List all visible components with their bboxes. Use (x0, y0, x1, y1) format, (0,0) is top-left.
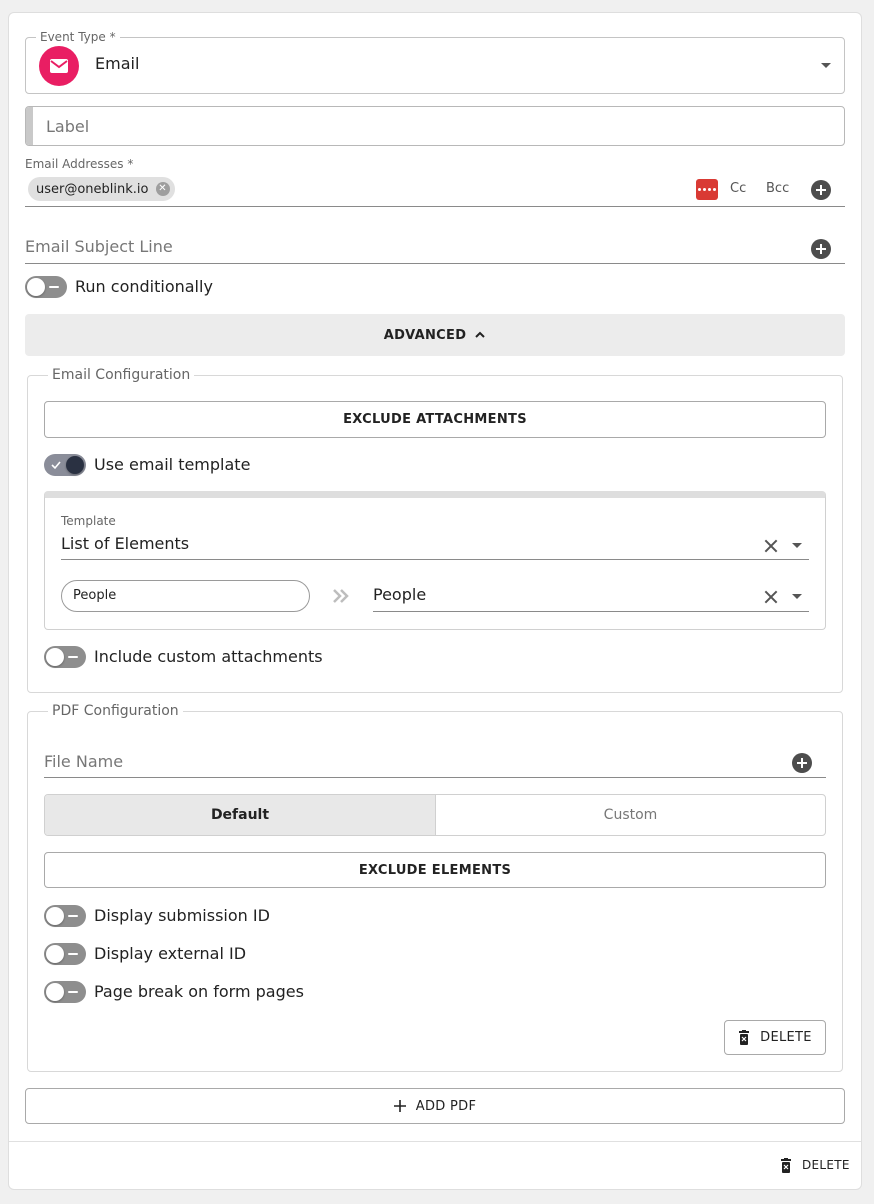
tab-custom-label: Custom (603, 807, 658, 823)
run-conditionally-toggle[interactable] (25, 276, 67, 298)
event-type-value: Email (95, 54, 140, 73)
tab-custom[interactable]: Custom (436, 795, 825, 835)
exclude-attachments-label: EXCLUDE ATTACHMENTS (343, 412, 527, 427)
template-panel: Template List of Elements People People (44, 491, 826, 630)
label-input-marker (26, 107, 33, 145)
cc-button[interactable]: Cc (730, 181, 746, 196)
template-value: List of Elements (61, 534, 190, 553)
chip-remove-icon[interactable]: ✕ (155, 182, 170, 196)
display-external-id-toggle[interactable] (44, 943, 86, 965)
delete-pdf-button[interactable]: DELETE (724, 1020, 826, 1055)
add-file-name-variable-icon[interactable] (792, 753, 812, 773)
email-addresses-field[interactable]: user@oneblink.io ✕ Cc Bcc (25, 174, 845, 207)
email-chip-label: user@oneblink.io (36, 181, 149, 197)
tab-default-label: Default (210, 807, 270, 823)
label-input[interactable]: Label (25, 106, 845, 146)
plus-icon (393, 1100, 406, 1112)
add-pdf-button[interactable]: ADD PDF (25, 1088, 845, 1124)
include-custom-attachments-label: Include custom attachments (94, 647, 323, 666)
display-external-id-label: Display external ID (94, 944, 247, 963)
add-pdf-label: ADD PDF (415, 1098, 477, 1114)
email-addresses-legend: Email Addresses * (25, 157, 134, 171)
trash-icon (739, 1030, 750, 1045)
mapping-source-value: People (73, 588, 117, 603)
mapping-target-value: People (373, 585, 427, 604)
chevron-down-icon[interactable] (792, 543, 802, 548)
event-type-legend: Event Type * (36, 29, 120, 45)
label-placeholder: Label (46, 117, 90, 136)
password-dots-icon[interactable] (696, 179, 718, 200)
advanced-toggle-button[interactable]: ADVANCED (25, 314, 845, 356)
use-email-template-toggle[interactable] (44, 454, 86, 476)
file-name-placeholder: File Name (44, 752, 124, 771)
page-break-toggle[interactable] (44, 981, 86, 1003)
clear-icon[interactable] (764, 590, 778, 604)
check-icon (51, 461, 61, 470)
template-select[interactable]: List of Elements (61, 532, 809, 560)
double-chevron-right-icon (333, 589, 349, 603)
advanced-label: ADVANCED (383, 327, 467, 343)
page-break-label: Page break on form pages (94, 982, 304, 1001)
display-submission-id-label: Display submission ID (94, 906, 270, 925)
mapping-target-select[interactable]: People (373, 582, 809, 612)
email-subject-placeholder: Email Subject Line (25, 237, 173, 256)
exclude-elements-button[interactable]: EXCLUDE ELEMENTS (44, 852, 826, 888)
exclude-attachments-button[interactable]: EXCLUDE ATTACHMENTS (44, 401, 826, 438)
delete-pdf-label: DELETE (760, 1030, 812, 1045)
file-name-field[interactable]: File Name (44, 745, 826, 778)
add-subject-variable-icon[interactable] (811, 239, 831, 259)
tab-default[interactable]: Default (45, 795, 436, 835)
use-email-template-label: Use email template (94, 455, 251, 474)
card-footer-divider (9, 1141, 861, 1142)
mapping-source-input[interactable]: People (61, 580, 310, 612)
email-icon (39, 46, 79, 86)
email-chip[interactable]: user@oneblink.io ✕ (28, 177, 175, 201)
include-custom-attachments-toggle[interactable] (44, 646, 86, 668)
chevron-up-icon (475, 331, 486, 338)
delete-event-label: DELETE (802, 1158, 850, 1172)
trash-icon (781, 1157, 791, 1173)
delete-event-button[interactable]: DELETE (780, 1155, 850, 1175)
add-address-icon[interactable] (811, 180, 831, 200)
email-configuration-legend: Email Configuration (48, 367, 195, 383)
run-conditionally-label: Run conditionally (75, 277, 213, 296)
bcc-button[interactable]: Bcc (766, 181, 789, 196)
exclude-elements-label: EXCLUDE ELEMENTS (358, 862, 512, 878)
clear-icon[interactable] (764, 539, 778, 553)
event-type-select[interactable]: Event Type * Email (25, 29, 845, 94)
email-subject-field[interactable]: Email Subject Line (25, 230, 845, 264)
display-submission-id-toggle[interactable] (44, 905, 86, 927)
chevron-down-icon (821, 63, 831, 68)
chevron-down-icon[interactable] (792, 594, 802, 599)
pdf-configuration-legend: PDF Configuration (48, 703, 183, 719)
template-legend: Template (61, 514, 116, 528)
pdf-mode-toggle-group: Default Custom (44, 794, 826, 836)
